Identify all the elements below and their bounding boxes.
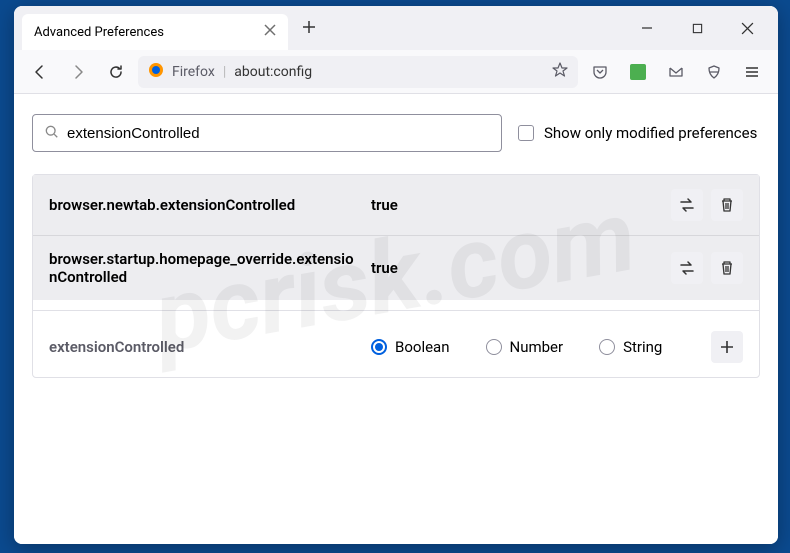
about-config-content: Show only modified preferences browser.n… bbox=[14, 94, 778, 544]
inbox-icon[interactable] bbox=[660, 56, 692, 88]
back-button[interactable] bbox=[24, 56, 56, 88]
radio-icon bbox=[599, 339, 615, 355]
new-pref-row: extensionControlled Boolean Number St bbox=[33, 317, 759, 377]
bookmark-star-icon[interactable] bbox=[552, 62, 568, 82]
maximize-button[interactable] bbox=[674, 12, 720, 44]
shield-icon[interactable] bbox=[698, 56, 730, 88]
pref-row[interactable]: browser.startup.homepage_override.extens… bbox=[33, 235, 759, 300]
pref-row[interactable]: browser.newtab.extensionControlled true bbox=[33, 175, 759, 235]
close-tab-icon[interactable] bbox=[264, 24, 276, 40]
minimize-button[interactable] bbox=[624, 12, 670, 44]
urlbar-url: about:config bbox=[234, 64, 544, 80]
new-tab-button[interactable] bbox=[292, 19, 326, 38]
pref-value: true bbox=[371, 259, 659, 277]
pref-value: true bbox=[371, 196, 659, 214]
reload-button[interactable] bbox=[100, 56, 132, 88]
radio-icon bbox=[371, 339, 387, 355]
radio-string[interactable]: String bbox=[599, 338, 662, 356]
radio-boolean[interactable]: Boolean bbox=[371, 338, 450, 356]
nav-toolbar: Firefox | about:config bbox=[14, 50, 778, 94]
search-input[interactable] bbox=[67, 125, 489, 142]
tab-title: Advanced Preferences bbox=[34, 25, 164, 40]
new-pref-name: extensionControlled bbox=[49, 338, 359, 356]
toggle-button[interactable] bbox=[671, 252, 703, 284]
pref-name: browser.newtab.extensionControlled bbox=[49, 196, 359, 214]
forward-button[interactable] bbox=[62, 56, 94, 88]
add-button[interactable] bbox=[711, 331, 743, 363]
menu-button[interactable] bbox=[736, 56, 768, 88]
delete-button[interactable] bbox=[711, 189, 743, 221]
pref-name: browser.startup.homepage_override.extens… bbox=[49, 250, 359, 286]
close-window-button[interactable] bbox=[724, 12, 770, 44]
search-icon bbox=[45, 124, 59, 143]
active-tab[interactable]: Advanced Preferences bbox=[22, 14, 288, 50]
titlebar: Advanced Preferences bbox=[14, 6, 778, 50]
url-bar[interactable]: Firefox | about:config bbox=[138, 56, 578, 88]
extension-icon[interactable] bbox=[622, 56, 654, 88]
modified-only-checkbox[interactable]: Show only modified preferences bbox=[518, 124, 757, 142]
browser-window: Advanced Preferences bbox=[14, 6, 778, 544]
radio-icon bbox=[486, 339, 502, 355]
pocket-icon[interactable] bbox=[584, 56, 616, 88]
urlbar-identity: Firefox bbox=[172, 64, 215, 80]
radio-number[interactable]: Number bbox=[486, 338, 564, 356]
toggle-button[interactable] bbox=[671, 189, 703, 221]
firefox-icon bbox=[148, 62, 164, 82]
type-radio-group: Boolean Number String bbox=[371, 338, 699, 356]
pref-list: browser.newtab.extensionControlled true … bbox=[32, 174, 760, 378]
search-box[interactable] bbox=[32, 114, 502, 152]
modified-only-label: Show only modified preferences bbox=[544, 124, 757, 142]
delete-button[interactable] bbox=[711, 252, 743, 284]
checkbox-icon[interactable] bbox=[518, 125, 534, 141]
